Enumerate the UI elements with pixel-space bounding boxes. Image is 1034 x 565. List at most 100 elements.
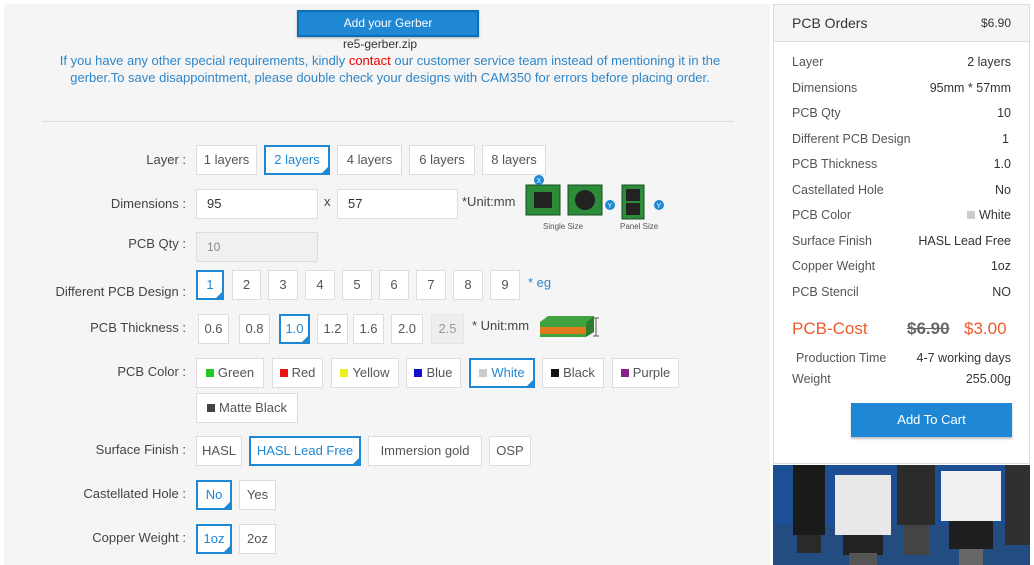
color-option-yellow-label: Yellow: [352, 365, 390, 380]
design-label: Different PCB Design :: [55, 284, 186, 299]
dimension-y-input[interactable]: 57: [337, 189, 458, 219]
design-example-link[interactable]: * eg: [528, 275, 551, 290]
summary-key: PCB Thickness: [792, 157, 878, 171]
finish-option-hasl-lead-free-label: HASL Lead Free: [256, 443, 354, 458]
summary-value: 1.0: [993, 157, 1011, 171]
order-summary-header: PCB Orders $6.90: [774, 5, 1029, 42]
layer-option-1[interactable]: 1 layers: [196, 145, 257, 175]
production-time-value: 4-7 working days: [916, 351, 1012, 365]
qty-label: PCB Qty :: [128, 236, 186, 251]
thickness-option-0-8[interactable]: 0.8: [239, 314, 270, 344]
summary-key: PCB Color: [792, 208, 852, 222]
summary-value: HASL Lead Free: [918, 234, 1011, 248]
finish-label: Surface Finish :: [95, 442, 186, 457]
white-swatch-icon: [967, 211, 976, 219]
summary-row-copper: Copper Weight 1oz: [792, 259, 1011, 273]
color-option-green[interactable]: Green: [196, 358, 264, 388]
layer-option-2[interactable]: 2 layers ✓: [264, 145, 330, 175]
svg-text:Y: Y: [657, 203, 662, 210]
summary-key: Castellated Hole: [792, 183, 884, 197]
summary-key: Dimensions: [792, 81, 858, 95]
summary-row-thickness: PCB Thickness 1.0: [792, 157, 1011, 171]
copper-option-2oz[interactable]: 2oz: [239, 524, 276, 554]
summary-key: Surface Finish: [792, 234, 872, 248]
summary-value: 2 layers: [967, 55, 1011, 69]
color-option-green-label: Green: [217, 365, 255, 380]
color-label: PCB Color :: [117, 364, 186, 379]
contact-link[interactable]: contact: [349, 53, 391, 68]
matte-black-swatch-icon: [207, 404, 216, 412]
layer-option-6[interactable]: 6 layers: [409, 145, 475, 175]
color-option-yellow[interactable]: Yellow: [331, 358, 399, 388]
design-option-8[interactable]: 8: [453, 270, 483, 300]
layer-option-4[interactable]: 4 layers: [337, 145, 402, 175]
thickness-option-1-0[interactable]: 1.0 ✓: [279, 314, 310, 344]
summary-value: No: [995, 183, 1011, 197]
svg-text:Y: Y: [608, 203, 613, 210]
dimension-x-input[interactable]: 95: [196, 189, 318, 219]
summary-row-dimensions: Dimensions 95mm * 57mm: [792, 81, 1011, 95]
layer-option-8[interactable]: 8 layers: [482, 145, 546, 175]
notice-text-1: If you have any other special requiremen…: [59, 53, 349, 68]
thickness-label: PCB Thickness :: [90, 320, 186, 335]
thickness-option-2-0[interactable]: 2.0: [391, 314, 423, 344]
summary-row-stencil: PCB Stencil NO: [792, 285, 1011, 299]
summary-row-finish: Surface Finish HASL Lead Free: [792, 234, 1011, 248]
summary-value: 10: [997, 106, 1011, 120]
design-option-5[interactable]: 5: [342, 270, 372, 300]
summary-row-qty: PCB Qty 10: [792, 106, 1011, 120]
color-option-black[interactable]: Black: [542, 358, 604, 388]
layer-label: Layer :: [146, 152, 186, 167]
color-option-white[interactable]: White ✓: [469, 358, 535, 388]
summary-key: Copper Weight: [792, 259, 876, 273]
add-to-cart-button[interactable]: Add To Cart: [851, 403, 1012, 437]
summary-value: 95mm * 57mm: [929, 81, 1011, 95]
finish-option-osp[interactable]: OSP: [489, 436, 531, 466]
weight-label: Weight: [792, 372, 831, 386]
weight-value: 255.00g: [965, 372, 1011, 386]
single-size-caption: Single Size: [543, 222, 584, 231]
summary-value: 1oz: [990, 259, 1011, 273]
order-summary-price: $6.90: [980, 16, 1011, 30]
add-gerber-button[interactable]: Add your Gerber: [297, 10, 479, 37]
castellated-label: Castellated Hole :: [83, 486, 186, 501]
color-option-matte-black[interactable]: Matte Black: [196, 393, 298, 423]
color-option-purple[interactable]: Purple: [612, 358, 679, 388]
finish-option-hasl[interactable]: HASL: [196, 436, 242, 466]
finish-option-immersion-gold[interactable]: Immersion gold: [368, 436, 482, 466]
color-option-matte-black-label: Matte Black: [219, 400, 287, 415]
factory-machine-photo: [773, 465, 1030, 565]
thickness-unit: * Unit:mm: [472, 318, 530, 333]
pcb-size-diagram-icon: X Y Y Single Size Panel Size: [525, 175, 664, 231]
summary-key: PCB Stencil: [792, 285, 859, 299]
qty-input[interactable]: 10: [196, 232, 318, 262]
design-option-3[interactable]: 3: [268, 270, 298, 300]
color-option-red[interactable]: Red: [272, 358, 323, 388]
color-option-blue[interactable]: Blue: [406, 358, 461, 388]
design-option-9[interactable]: 9: [490, 270, 520, 300]
divider: [42, 121, 734, 122]
thickness-option-1-6[interactable]: 1.6: [353, 314, 384, 344]
castellated-option-yes[interactable]: Yes: [239, 480, 276, 510]
purple-swatch-icon: [620, 369, 629, 377]
blue-swatch-icon: [414, 369, 423, 377]
summary-key: Different PCB Design: [792, 132, 911, 146]
gerber-filename: re5-gerber.zip: [343, 37, 418, 51]
design-option-2[interactable]: 2: [232, 270, 261, 300]
black-swatch-icon: [551, 369, 560, 377]
summary-key: PCB Qty: [792, 106, 841, 120]
thickness-option-1-2[interactable]: 1.2: [317, 314, 348, 344]
finish-option-hasl-lead-free[interactable]: HASL Lead Free ✓: [249, 436, 361, 466]
weight-row: Weight 255.00g: [792, 372, 1011, 386]
castellated-option-no[interactable]: No ✓: [196, 480, 232, 510]
design-option-4[interactable]: 4: [305, 270, 335, 300]
design-option-1[interactable]: 1 ✓: [196, 270, 224, 300]
design-option-7[interactable]: 7: [416, 270, 446, 300]
copper-option-1oz[interactable]: 1oz ✓: [196, 524, 232, 554]
design-option-6[interactable]: 6: [379, 270, 409, 300]
thickness-option-0-6[interactable]: 0.6: [198, 314, 229, 344]
summary-value: 1: [1002, 132, 1009, 146]
castellated-option-no-label: No: [205, 487, 223, 502]
order-summary-panel: PCB Orders $6.90 Layer 2 layers Dimension…: [773, 4, 1030, 464]
summary-value: White: [979, 208, 1011, 222]
